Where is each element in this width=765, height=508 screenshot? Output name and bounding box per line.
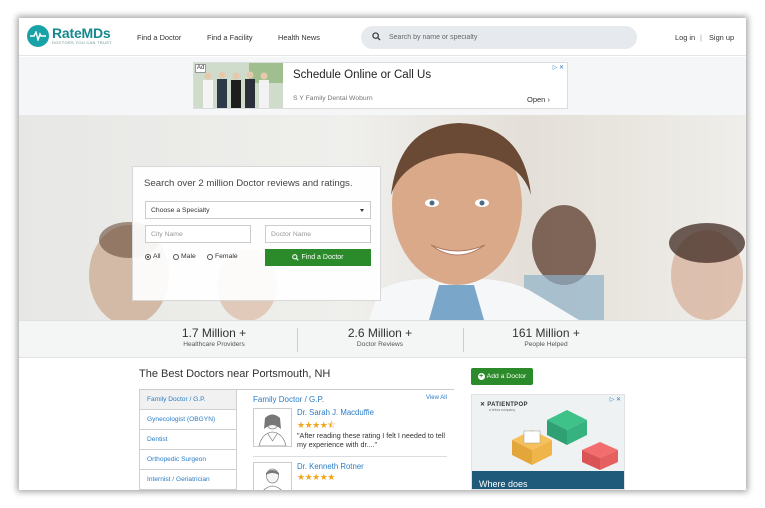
gender-label-all: All (153, 253, 161, 260)
city-name-input[interactable] (145, 225, 251, 243)
top-ad[interactable]: Ad Schedule Online or Call Us S Y Family… (193, 62, 568, 109)
patientpop-logo: ✕ PATIENTPOP (480, 401, 528, 408)
login-link[interactable]: Log in (675, 33, 695, 42)
hero-doctors-photo (89, 123, 745, 320)
find-doctor-label: Find a Doctor (301, 254, 344, 261)
specialty-item[interactable]: Internist / Geriatrician (139, 470, 237, 490)
logo-tagline: DOCTORS YOU CAN TRUST (52, 40, 112, 45)
hero-banner: Search over 2 million Doctor reviews and… (19, 115, 746, 320)
auth-separator: | (700, 33, 702, 42)
heartbeat-icon (27, 25, 49, 47)
stat-reviews: 2.6 Million + Doctor Reviews (297, 326, 463, 349)
stat-number: 2.6 Million + (347, 326, 413, 340)
panel-title: Search over 2 million Doctor reviews and… (144, 178, 353, 189)
best-doctors-section: The Best Doctors near Portsmouth, NH Fam… (19, 358, 746, 490)
header-search (361, 26, 637, 49)
doctor-search-panel: Search over 2 million Doctor reviews and… (132, 166, 381, 301)
specialty-select[interactable]: Choose a Specialty (145, 201, 371, 219)
browser-page: RateMDs DOCTORS YOU CAN TRUST Find a Doc… (19, 18, 746, 490)
radio-icon (173, 253, 179, 260)
specialty-select-value: Choose a Specialty (151, 207, 210, 214)
star-rating: ★★★★★ (297, 472, 335, 482)
add-doctor-button[interactable]: + Add a Doctor (471, 368, 533, 385)
doctor-avatar[interactable] (253, 408, 292, 447)
ad-badge: Ad (195, 64, 207, 73)
ad-subtitle: S Y Family Dental Woburn (293, 95, 373, 102)
specialty-item[interactable]: Gynecologist (OBGYN) (139, 410, 237, 430)
review-quote: "After reading these rating I felt I nee… (297, 431, 445, 449)
gender-radio-all[interactable]: All (145, 253, 161, 260)
gender-label-female: Female (215, 253, 238, 260)
doctor-divider (253, 456, 447, 457)
signup-link[interactable]: Sign up (709, 33, 734, 42)
search-icon (292, 254, 300, 261)
gender-label-male: Male (181, 253, 196, 260)
nav-find-facility[interactable]: Find a Facility (207, 33, 253, 42)
adchoices-close-icon[interactable]: ▷ ✕ (610, 396, 621, 403)
stat-providers: 1.7 Million + Healthcare Providers (131, 326, 297, 349)
ad2-headline: Where does (472, 471, 624, 489)
stat-label: People Helped (524, 341, 568, 348)
add-doctor-label: Add a Doctor (486, 373, 527, 380)
nav-health-news[interactable]: Health News (278, 33, 320, 42)
best-doctors-title: The Best Doctors near Portsmouth, NH (139, 368, 331, 380)
radio-selected-icon (145, 253, 151, 260)
radio-icon (207, 253, 213, 260)
plus-circle-icon: + (477, 373, 485, 380)
stat-number: 161 Million + (512, 326, 580, 340)
stats-bar: 1.7 Million + Healthcare Providers 2.6 M… (19, 320, 746, 358)
chevron-down-icon (360, 209, 364, 212)
specialty-item[interactable]: Dentist (139, 430, 237, 450)
category-title[interactable]: Family Doctor / G.P. (253, 395, 324, 404)
site-header: RateMDs DOCTORS YOU CAN TRUST Find a Doc… (19, 18, 746, 56)
stat-label: Doctor Reviews (356, 341, 404, 348)
specialty-list: Family Doctor / G.P. Gynecologist (OBGYN… (139, 390, 237, 490)
doctor-avatar[interactable] (253, 462, 292, 490)
ad-open-label: Open (527, 95, 546, 104)
top-ad-bar: Ad Schedule Online or Call Us S Y Family… (19, 57, 746, 115)
adchoices-close-icon[interactable]: ▷ ✕ (553, 64, 564, 71)
sidebar-ad[interactable]: ✕ PATIENTPOP a tebra company ▷ ✕ Where d… (471, 394, 625, 490)
ratemds-logo[interactable]: RateMDs DOCTORS YOU CAN TRUST (27, 25, 112, 47)
search-input[interactable] (389, 26, 629, 49)
find-doctor-button[interactable]: Find a Doctor (265, 249, 371, 266)
stat-people: 161 Million + People Helped (463, 326, 629, 349)
patientpop-icon: ✕ (480, 402, 486, 408)
nav-find-doctor[interactable]: Find a Doctor (137, 33, 181, 42)
stat-number: 1.7 Million + (181, 326, 247, 340)
gender-radio-female[interactable]: Female (207, 253, 238, 260)
gender-radio-male[interactable]: Male (173, 253, 196, 260)
logo-name: RateMDs (52, 25, 111, 41)
search-icon[interactable] (372, 32, 381, 41)
ad2-logo-subtitle: a tebra company (489, 408, 516, 412)
chevron-right-icon: › (547, 95, 550, 104)
specialty-item[interactable]: Family Doctor / G.P. (139, 390, 237, 410)
ad-open-button[interactable]: Open › (527, 95, 550, 104)
doctor-name[interactable]: Dr. Sarah J. Macduffie (297, 408, 374, 417)
stat-label: Healthcare Providers (183, 341, 245, 348)
doctor-name-input[interactable] (265, 225, 371, 243)
view-all-link[interactable]: View All (426, 395, 447, 401)
doctor-name[interactable]: Dr. Kenneth Rotner (297, 462, 364, 471)
specialty-item[interactable]: Orthopedic Surgeon (139, 450, 237, 470)
ad-title[interactable]: Schedule Online or Call Us (293, 69, 431, 81)
ad-image: Ad (194, 63, 283, 108)
